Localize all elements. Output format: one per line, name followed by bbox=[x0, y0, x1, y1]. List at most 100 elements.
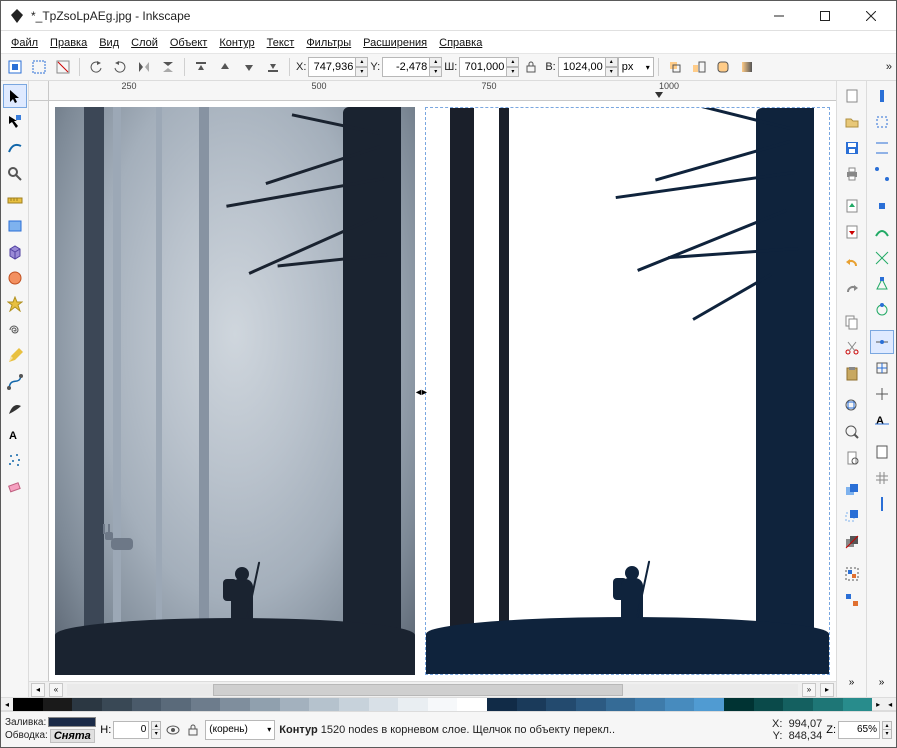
node-tool[interactable] bbox=[3, 110, 27, 134]
menu-edit[interactable]: Правка bbox=[44, 33, 93, 51]
palette-swatch[interactable] bbox=[161, 698, 191, 712]
palette-swatch[interactable] bbox=[517, 698, 547, 712]
palette-swatch[interactable] bbox=[398, 698, 428, 712]
redo-icon[interactable] bbox=[840, 278, 864, 302]
resize-handle-icon[interactable] bbox=[414, 386, 424, 396]
flip-h-icon[interactable] bbox=[133, 56, 155, 78]
menu-filters[interactable]: Фильтры bbox=[300, 33, 357, 51]
palette-swatch[interactable] bbox=[43, 698, 73, 712]
snap-more[interactable]: » bbox=[870, 670, 894, 694]
palette-swatch[interactable] bbox=[280, 698, 310, 712]
unit-select[interactable]: px bbox=[618, 57, 654, 77]
snap-text-baseline-icon[interactable]: A bbox=[870, 408, 894, 432]
palette-swatch[interactable] bbox=[250, 698, 280, 712]
palette-swatch[interactable] bbox=[665, 698, 695, 712]
lock-aspect-icon[interactable] bbox=[520, 56, 542, 78]
snap-enable-icon[interactable] bbox=[870, 84, 894, 108]
raise-top-icon[interactable] bbox=[190, 56, 212, 78]
close-button[interactable] bbox=[848, 1, 894, 31]
select-in-layers-icon[interactable] bbox=[28, 56, 50, 78]
palette-swatch[interactable] bbox=[813, 698, 843, 712]
palette-swatch[interactable] bbox=[606, 698, 636, 712]
spray-tool[interactable] bbox=[3, 448, 27, 472]
menu-extensions[interactable]: Расширения bbox=[357, 33, 433, 51]
scroll-left-icon[interactable]: ◂ bbox=[31, 683, 45, 697]
zoom-page-icon[interactable] bbox=[840, 446, 864, 470]
rotate-ccw-icon[interactable] bbox=[85, 56, 107, 78]
layer-lock-icon[interactable] bbox=[185, 722, 201, 738]
raise-icon[interactable] bbox=[214, 56, 236, 78]
calligraphy-tool[interactable] bbox=[3, 396, 27, 420]
v-ruler[interactable] bbox=[29, 101, 49, 681]
palette-swatch[interactable] bbox=[457, 698, 487, 712]
snap-intersect-icon[interactable] bbox=[870, 246, 894, 270]
minimize-button[interactable] bbox=[756, 1, 802, 31]
toolbar-more[interactable]: » bbox=[886, 61, 892, 73]
menu-help[interactable]: Справка bbox=[433, 33, 488, 51]
layer-visibility-icon[interactable] bbox=[165, 722, 181, 738]
snap-midpoint-icon[interactable] bbox=[870, 330, 894, 354]
snap-bbox-corner-icon[interactable] bbox=[870, 162, 894, 186]
w-spinbox[interactable]: ▴▾ bbox=[459, 57, 519, 77]
snap-cusp-icon[interactable] bbox=[870, 272, 894, 296]
3dbox-tool[interactable] bbox=[3, 240, 27, 264]
palette-swatch[interactable] bbox=[369, 698, 399, 712]
cut-icon[interactable] bbox=[840, 336, 864, 360]
snap-node-icon[interactable] bbox=[870, 194, 894, 218]
h-spinbox[interactable]: ▴▾ bbox=[558, 57, 618, 77]
unlink-clone-icon[interactable] bbox=[840, 530, 864, 554]
menu-path[interactable]: Контур bbox=[213, 33, 260, 51]
scroll-thumb[interactable] bbox=[213, 684, 622, 696]
scroll-right2-icon[interactable]: » bbox=[802, 683, 816, 697]
group-icon[interactable] bbox=[840, 562, 864, 586]
import-icon[interactable] bbox=[840, 194, 864, 218]
copy-icon[interactable] bbox=[840, 310, 864, 334]
palette-swatch[interactable] bbox=[102, 698, 132, 712]
palette-swatch[interactable] bbox=[72, 698, 102, 712]
zoom-drawing-icon[interactable] bbox=[840, 420, 864, 444]
affect-move-icon[interactable] bbox=[664, 56, 686, 78]
menu-text[interactable]: Текст bbox=[261, 33, 301, 51]
text-tool[interactable]: A bbox=[3, 422, 27, 446]
snap-grid-icon[interactable] bbox=[870, 466, 894, 490]
undo-icon[interactable] bbox=[840, 252, 864, 276]
maximize-button[interactable] bbox=[802, 1, 848, 31]
duplicate-icon[interactable] bbox=[840, 478, 864, 502]
palette-swatch[interactable] bbox=[220, 698, 250, 712]
snap-bbox-icon[interactable] bbox=[870, 110, 894, 134]
menu-file[interactable]: Файл bbox=[5, 33, 44, 51]
ellipse-tool[interactable] bbox=[3, 266, 27, 290]
scroll-track[interactable] bbox=[67, 684, 798, 696]
rect-tool[interactable] bbox=[3, 214, 27, 238]
menu-object[interactable]: Объект bbox=[164, 33, 213, 51]
palette-swatch[interactable] bbox=[191, 698, 221, 712]
clone-icon[interactable] bbox=[840, 504, 864, 528]
palette-swatch[interactable] bbox=[724, 698, 754, 712]
spiral-tool[interactable] bbox=[3, 318, 27, 342]
measure-tool[interactable] bbox=[3, 188, 27, 212]
snap-smooth-icon[interactable] bbox=[870, 298, 894, 322]
menu-layer[interactable]: Слой bbox=[125, 33, 164, 51]
artwork-right[interactable] bbox=[425, 107, 830, 675]
palette-swatch[interactable] bbox=[694, 698, 724, 712]
selector-tool[interactable] bbox=[3, 84, 27, 108]
snap-page-icon[interactable] bbox=[870, 440, 894, 464]
h-scrollbar[interactable]: ◂ « » ▸ bbox=[29, 681, 836, 697]
fill-swatch[interactable] bbox=[48, 717, 96, 727]
palette-swatch[interactable] bbox=[487, 698, 517, 712]
palette-swatch[interactable] bbox=[635, 698, 665, 712]
scroll-left2-icon[interactable]: « bbox=[49, 683, 63, 697]
stroke-value[interactable]: Снята bbox=[50, 729, 95, 743]
palette-swatch[interactable] bbox=[132, 698, 162, 712]
export-icon[interactable] bbox=[840, 220, 864, 244]
palette-right-icon[interactable]: ▸ bbox=[872, 698, 884, 710]
snap-path-icon[interactable] bbox=[870, 220, 894, 244]
affect-scale-icon[interactable] bbox=[688, 56, 710, 78]
affect-gradient-icon[interactable] bbox=[736, 56, 758, 78]
snap-center-icon[interactable] bbox=[870, 356, 894, 380]
tweak-tool[interactable] bbox=[3, 136, 27, 160]
zoom-input[interactable] bbox=[838, 721, 880, 739]
save-icon[interactable] bbox=[840, 136, 864, 160]
color-palette[interactable]: ◂ ▸ ◂ bbox=[1, 697, 896, 711]
h-ruler[interactable]: 250 500 750 1000 bbox=[49, 81, 836, 101]
